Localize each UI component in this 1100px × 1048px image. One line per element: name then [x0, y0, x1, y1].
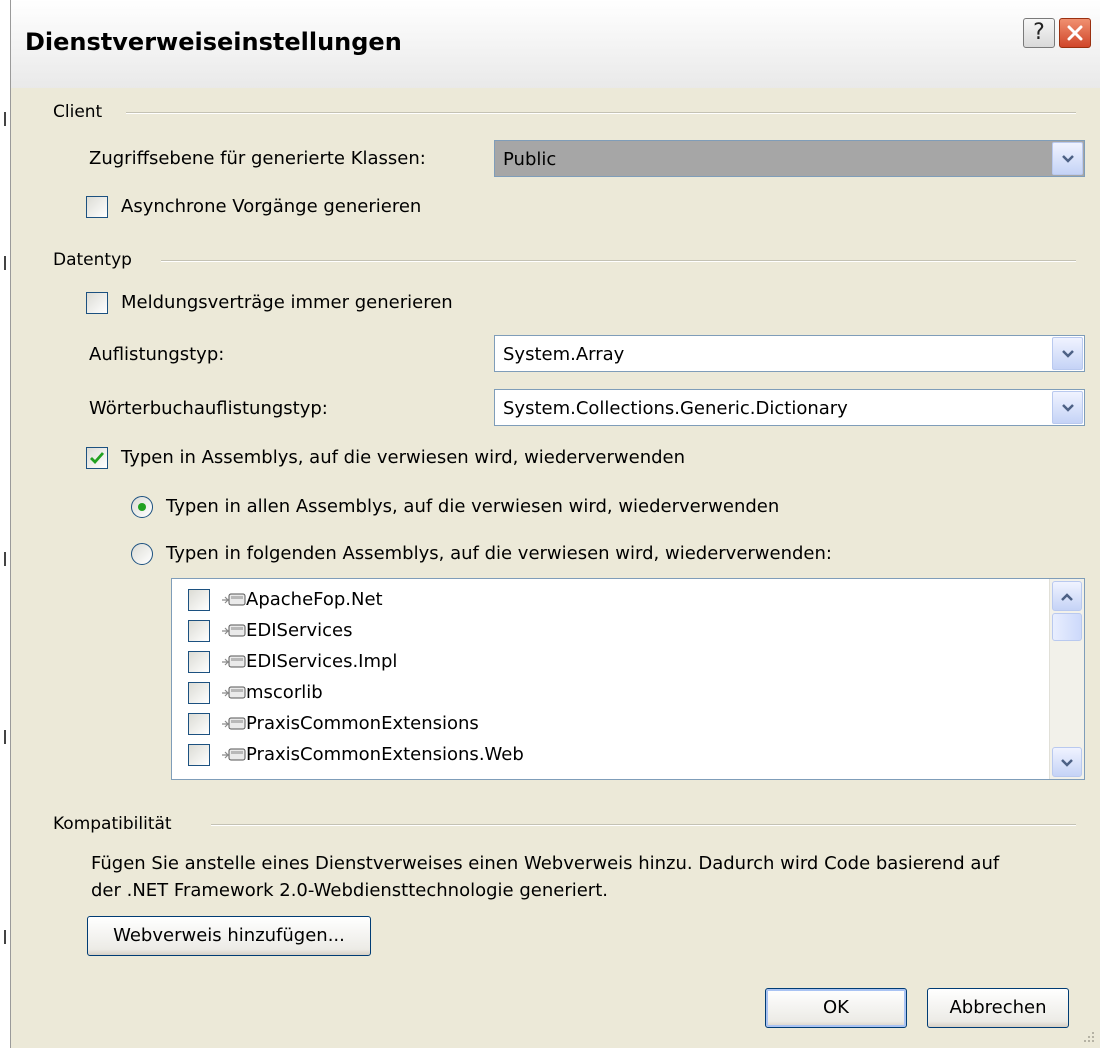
cancel-button[interactable]: Abbrechen [927, 988, 1069, 1028]
checkmark-icon [90, 452, 105, 465]
assembly-label: EDIServices.Impl [246, 651, 398, 672]
collection-type-value: System.Array [503, 344, 625, 365]
compatibility-description-line: der .NET Framework 2.0-Webdiensttechnolo… [91, 880, 608, 901]
reuse-specific-label: Typen in folgenden Assemblys, auf die ve… [166, 543, 832, 564]
assembly-reference-icon [222, 655, 246, 668]
assembly-reference-icon [222, 717, 246, 730]
edge-mark [4, 930, 6, 944]
datatype-group-divider [161, 260, 1076, 262]
assembly-label: PraxisCommonExtensions.Web [246, 744, 524, 765]
title-bar[interactable]: Dienstverweiseinstellungen ? [11, 0, 1100, 88]
dictionary-type-value: System.Collections.Generic.Dictionary [503, 398, 848, 419]
assembly-checkbox[interactable] [188, 620, 210, 642]
compatibility-description-line: Fügen Sie anstelle eines Dienstverweises… [91, 853, 1000, 874]
scroll-thumb[interactable] [1052, 613, 1082, 641]
access-level-combo[interactable]: Public [494, 140, 1085, 177]
collection-type-dropdown-button[interactable] [1052, 337, 1083, 370]
assembly-label: ApacheFop.Net [246, 589, 383, 610]
client-group-divider [126, 112, 1076, 114]
assembly-checkbox[interactable] [188, 682, 210, 704]
collection-type-label: Auflistungstyp: [89, 344, 225, 365]
datatype-group-heading: Datentyp [53, 250, 136, 270]
edge-mark [4, 730, 6, 744]
compatibility-description: Fügen Sie anstelle eines Dienstverweises… [91, 850, 1081, 904]
edge-mark [4, 256, 6, 270]
async-checkbox[interactable] [86, 196, 108, 218]
chevron-down-icon [1062, 404, 1074, 412]
dialog-window: Dienstverweiseinstellungen ? Client Zugr… [10, 0, 1100, 1048]
ok-button[interactable]: OK [765, 988, 907, 1028]
access-level-dropdown-button[interactable] [1052, 142, 1083, 175]
assembly-label: mscorlib [246, 682, 323, 703]
message-contracts-checkbox[interactable] [86, 292, 108, 314]
chevron-down-icon [1061, 759, 1073, 767]
assembly-reference-icon [222, 748, 246, 761]
reuse-types-label: Typen in Assemblys, auf die verwiesen wi… [121, 447, 686, 468]
reuse-specific-radio[interactable] [131, 543, 153, 565]
chevron-up-icon [1061, 593, 1073, 601]
assembly-reference-icon [222, 593, 246, 606]
chevron-down-icon [1062, 350, 1074, 358]
async-label: Asynchrone Vorgänge generieren [121, 196, 422, 217]
reuse-all-label: Typen in allen Assemblys, auf die verwie… [166, 496, 780, 517]
assembly-reference-icon [222, 624, 246, 637]
assembly-reference-icon [222, 686, 246, 699]
reuse-all-radio[interactable] [131, 496, 153, 518]
assembly-checkbox[interactable] [188, 651, 210, 673]
scroll-up-button[interactable] [1052, 581, 1082, 611]
dictionary-type-dropdown-button[interactable] [1052, 391, 1083, 424]
compatibility-group-divider [211, 824, 1076, 826]
close-icon [1067, 25, 1083, 41]
access-level-value: Public [503, 149, 557, 170]
assembly-list[interactable]: ApacheFop.Net EDIServices EDIServices.Im… [171, 578, 1085, 780]
assembly-checkbox[interactable] [188, 744, 210, 766]
edge-mark [4, 112, 6, 126]
compatibility-group-heading: Kompatibilität [53, 814, 176, 834]
dictionary-type-label: Wörterbuchauflistungstyp: [89, 398, 328, 419]
dictionary-type-combo[interactable]: System.Collections.Generic.Dictionary [494, 389, 1085, 426]
help-icon: ? [1033, 20, 1045, 45]
scroll-down-button[interactable] [1052, 747, 1082, 777]
add-web-reference-button[interactable]: Webverweis hinzufügen... [87, 916, 371, 956]
help-button[interactable]: ? [1023, 18, 1055, 48]
chevron-down-icon [1062, 155, 1074, 163]
assembly-label: PraxisCommonExtensions [246, 713, 479, 734]
assembly-list-scrollbar[interactable] [1049, 579, 1084, 779]
resize-grip-icon[interactable] [1082, 1030, 1096, 1044]
reuse-types-checkbox[interactable] [86, 447, 108, 469]
radio-selected-dot [138, 503, 146, 511]
collection-type-combo[interactable]: System.Array [494, 335, 1085, 372]
message-contracts-label: Meldungsverträge immer generieren [121, 292, 453, 313]
edge-mark [4, 552, 6, 566]
assembly-checkbox[interactable] [188, 589, 210, 611]
assembly-label: EDIServices [246, 620, 353, 641]
access-level-label: Zugriffsebene für generierte Klassen: [89, 148, 426, 169]
dialog-title: Dienstverweiseinstellungen [25, 28, 402, 56]
close-button[interactable] [1059, 18, 1091, 48]
client-group-heading: Client [53, 102, 107, 122]
assembly-checkbox[interactable] [188, 713, 210, 735]
